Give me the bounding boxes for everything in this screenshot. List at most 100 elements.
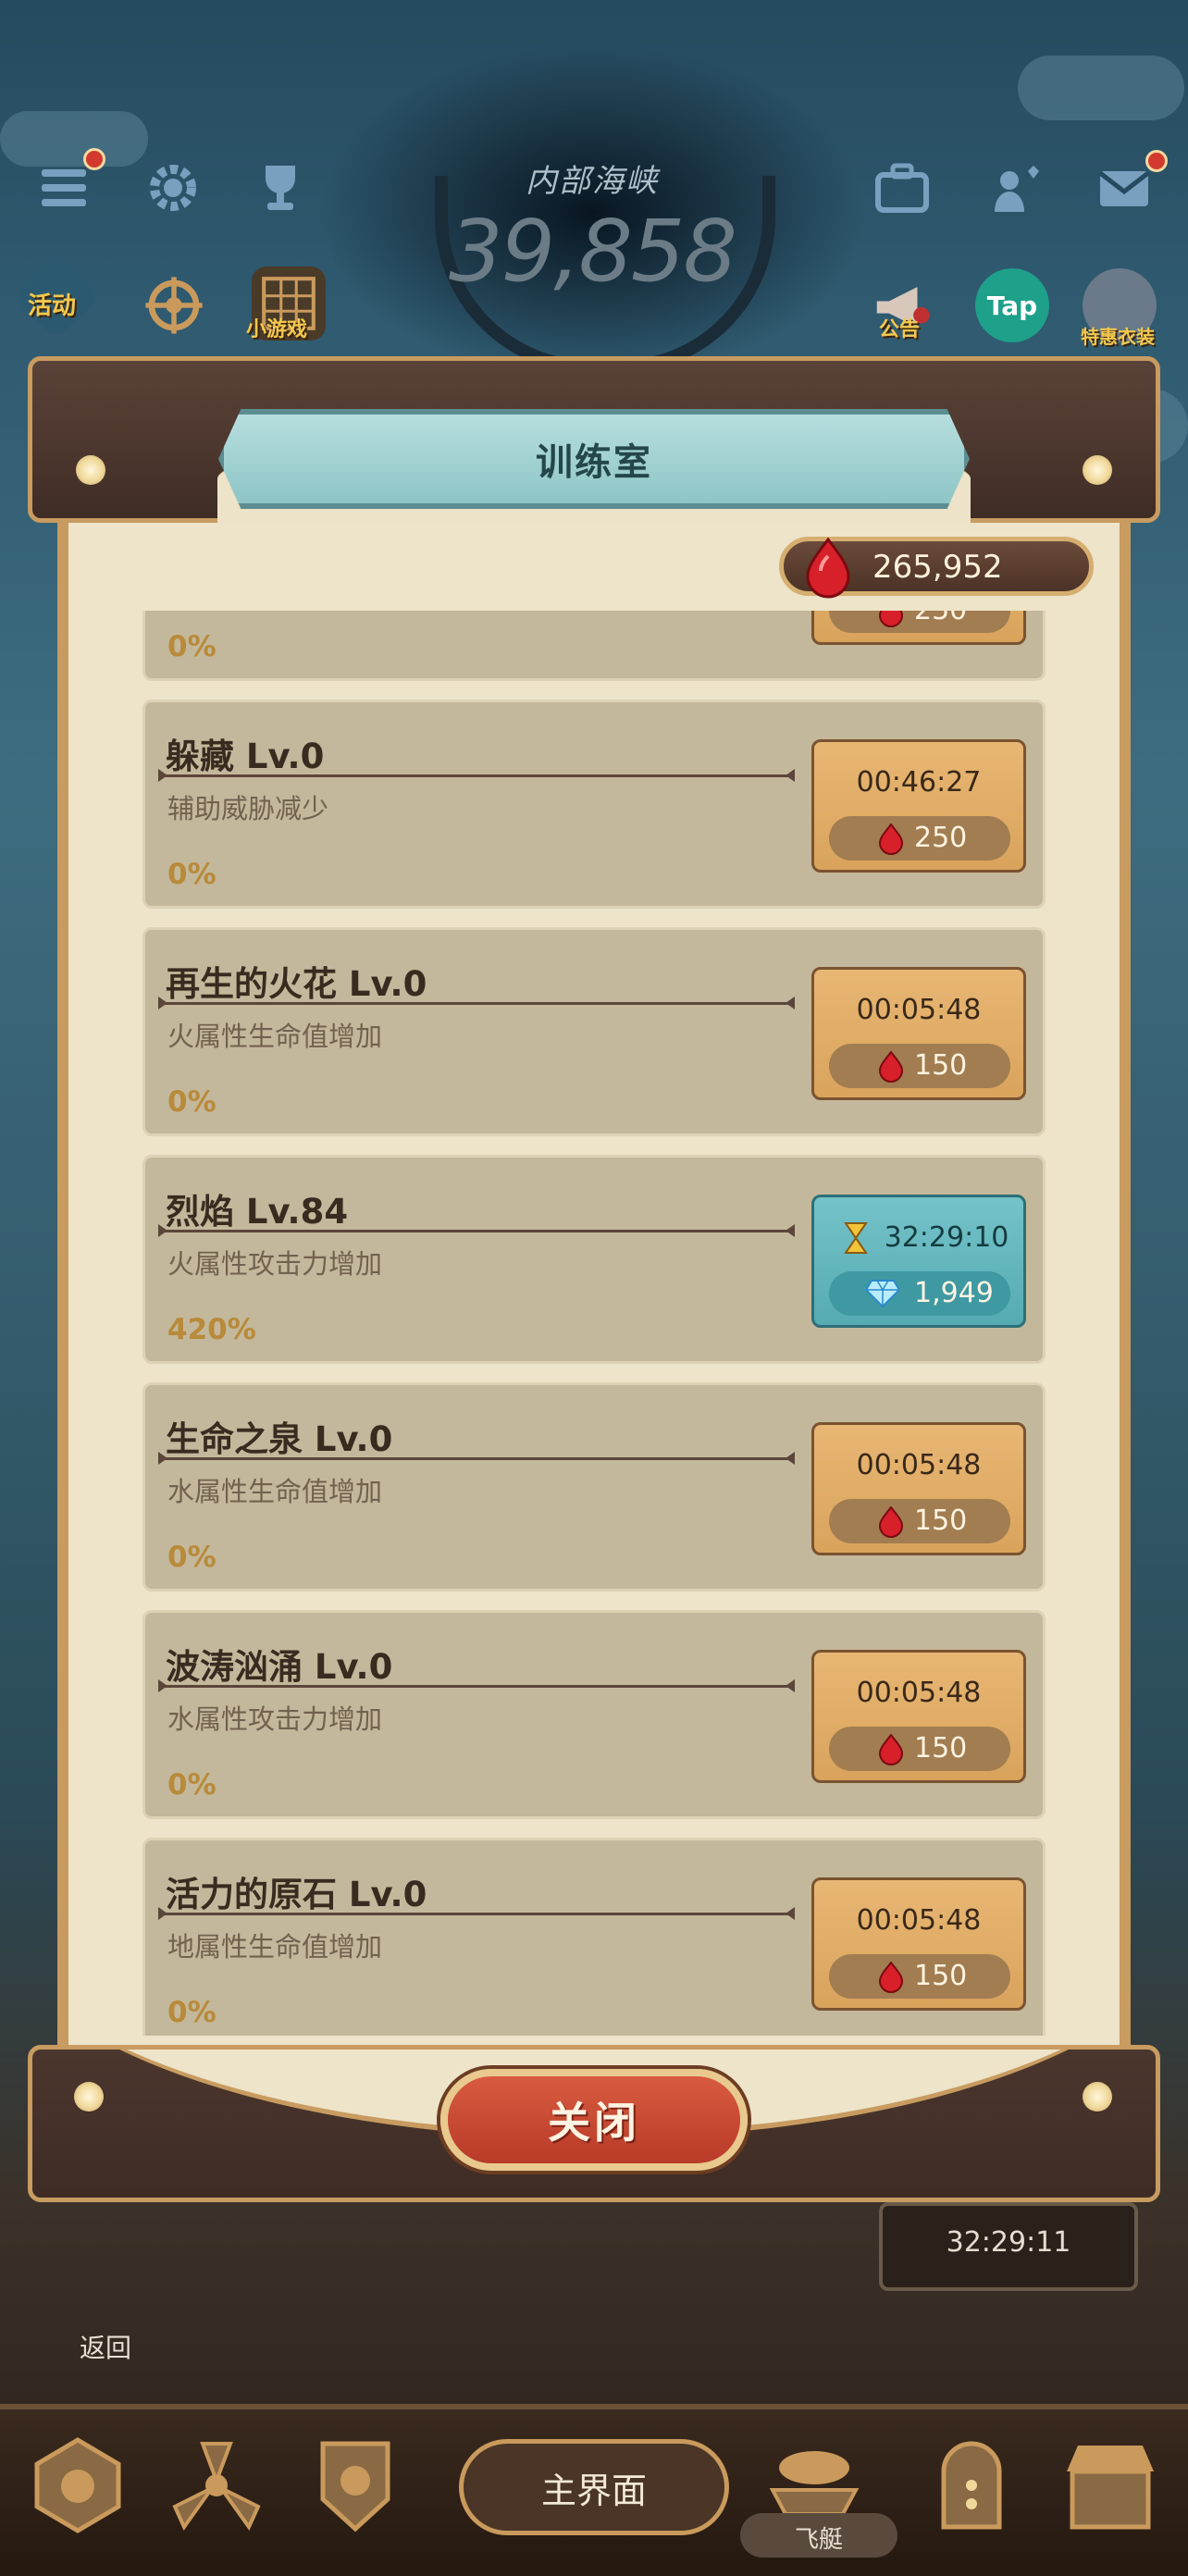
activity-label[interactable]: 活动 [28,287,76,321]
upgrade-time: 32:29:10 [884,1221,1009,1254]
trophy-icon[interactable] [248,155,313,220]
nav-gate-icon[interactable] [916,2430,1027,2541]
ruby-amount: 265,952 [872,549,1003,586]
skill-description: 水属性攻击力增加 [167,1703,383,1735]
cost-pill: 1,949 [829,1271,1010,1316]
training-card: 生命之泉 Lv.0 水属性生命值增加 0% 00:05:48 150 [142,1382,1046,1591]
skill-name: 活力的原石 Lv.0 [166,1875,427,1914]
airship-label: 飞艇 [794,2526,843,2554]
skill-bonus: 0% [167,858,217,891]
menu-icon[interactable] [31,148,105,220]
notification-dot [1145,150,1168,172]
skill-bonus: 0% [167,1768,217,1802]
divider [158,997,795,1009]
helm-icon[interactable] [137,268,211,342]
main-screen-label: 主界面 [540,2470,647,2511]
cost-value: 250 [914,611,967,626]
cost-value: 150 [914,1732,968,1765]
cost-value: 250 [914,822,968,854]
training-list[interactable]: 0% 250 躲藏 Lv.0 辅助威胁减少 0% 00:46:27 250 再生的火花 Lv.… [139,611,1049,2036]
divider [158,1452,795,1465]
divider [158,769,795,782]
skill-name: 波涛汹涌 Lv.0 [166,1647,393,1687]
skill-description: 地属性生命值增加 [167,1931,383,1963]
divider [158,1224,795,1237]
notice-label[interactable]: 公告 [879,313,920,342]
cost-pill: 150 [829,1499,1010,1543]
skill-bonus: 0% [167,1085,217,1119]
nav-propeller-icon[interactable] [161,2430,272,2541]
cost-pill: 150 [829,1954,1010,1999]
rivet [1083,455,1112,485]
ruby-currency-display: 265,952 [779,537,1094,599]
divider [158,1679,795,1692]
training-card: 0% 250 [142,611,1046,681]
cost-value: 150 [914,1049,968,1082]
modal-title-plate: 训练室 [218,409,970,509]
upgrade-button[interactable]: 00:05:48 150 [811,1877,1026,2011]
upgrade-time: 00:05:48 [856,1677,982,1709]
rivet [74,2082,104,2112]
airship-label-box: 飞艇 [740,2513,897,2557]
special-label[interactable]: 特惠衣装 [1081,322,1155,349]
skill-description: 水属性生命值增加 [167,1476,383,1507]
skill-bonus: 0% [167,1541,217,1574]
upgrade-button[interactable]: 00:05:48 150 [811,1650,1026,1783]
upgrade-time: 00:05:48 [856,1449,982,1481]
cost-pill: 250 [829,611,1010,633]
upgrade-button[interactable]: 00:05:48 150 [811,1422,1026,1555]
ruby-icon [806,538,850,599]
cost-pill: 250 [829,816,1010,861]
scene-timer: 32:29:11 [946,2226,1071,2259]
skill-description: 火属性攻击力增加 [167,1248,383,1280]
rivet [1083,2082,1112,2112]
skill-bonus: 420% [167,1313,256,1346]
notification-dot [83,148,105,170]
training-card: 烈焰 Lv.84 火属性攻击力增加 420% 32:29:10 1,949 [142,1155,1046,1364]
cost-value: 150 [914,1960,968,1992]
skill-bonus: 0% [167,630,217,663]
upgrade-button[interactable]: 32:29:10 1,949 [811,1195,1026,1328]
skill-name: 生命之泉 Lv.0 [166,1419,393,1459]
upgrade-button[interactable]: 00:46:27 250 [811,739,1026,873]
mail-icon[interactable] [1092,150,1168,220]
training-card: 再生的火花 Lv.0 火属性生命值增加 0% 00:05:48 150 [142,927,1046,1136]
upgrade-button[interactable]: 00:05:48 150 [811,967,1026,1100]
main-screen-button[interactable]: 主界面 [459,2439,729,2535]
cloud [1018,56,1184,120]
cost-value: 150 [914,1505,968,1537]
scene-timer-box: 32:29:11 [879,2202,1138,2291]
back-label[interactable]: 返回 [80,2328,131,2365]
cost-pill: 150 [829,1044,1010,1088]
skill-name: 躲藏 Lv.0 [166,737,325,776]
upgrade-time: 00:46:27 [856,766,982,799]
upgrade-time: 00:05:48 [856,994,982,1026]
skill-description: 辅助威胁减少 [167,793,329,824]
modal-title: 训练室 [536,441,652,484]
cost-value: 1,949 [914,1277,994,1309]
power-score: 39,858 [449,202,737,301]
minigame-label[interactable]: 小游戏 [246,313,307,342]
divider [158,1907,795,1920]
training-card: 活力的原石 Lv.0 地属性生命值增加 0% 00:05:48 150 [142,1838,1046,2036]
skill-name: 烈焰 Lv.84 [166,1192,349,1232]
training-card: 波涛汹涌 Lv.0 水属性攻击力增加 0% 00:05:48 150 [142,1610,1046,1819]
friends-icon[interactable] [984,155,1049,220]
upgrade-time: 00:05:48 [856,1904,982,1937]
rivet [76,455,105,485]
gear-icon[interactable] [141,155,205,220]
training-card: 躲藏 Lv.0 辅助威胁减少 0% 00:46:27 250 [142,700,1046,909]
nav-shop-icon[interactable] [1055,2430,1166,2541]
skill-name: 再生的火花 Lv.0 [166,964,427,1004]
close-button[interactable]: 关闭 [440,2069,748,2171]
cost-pill: 150 [829,1727,1010,1771]
toolbox-icon[interactable] [870,155,934,220]
tap-label: Tap [986,290,1038,321]
skill-description: 火属性生命值增加 [167,1021,383,1052]
tap-icon[interactable]: Tap [975,268,1049,342]
nav-heroes-icon[interactable] [22,2430,133,2541]
skill-bonus: 0% [167,1996,217,2029]
nav-knight-icon[interactable] [300,2430,411,2541]
close-button-label: 关闭 [548,2098,640,2148]
upgrade-button[interactable]: 250 [811,611,1026,645]
